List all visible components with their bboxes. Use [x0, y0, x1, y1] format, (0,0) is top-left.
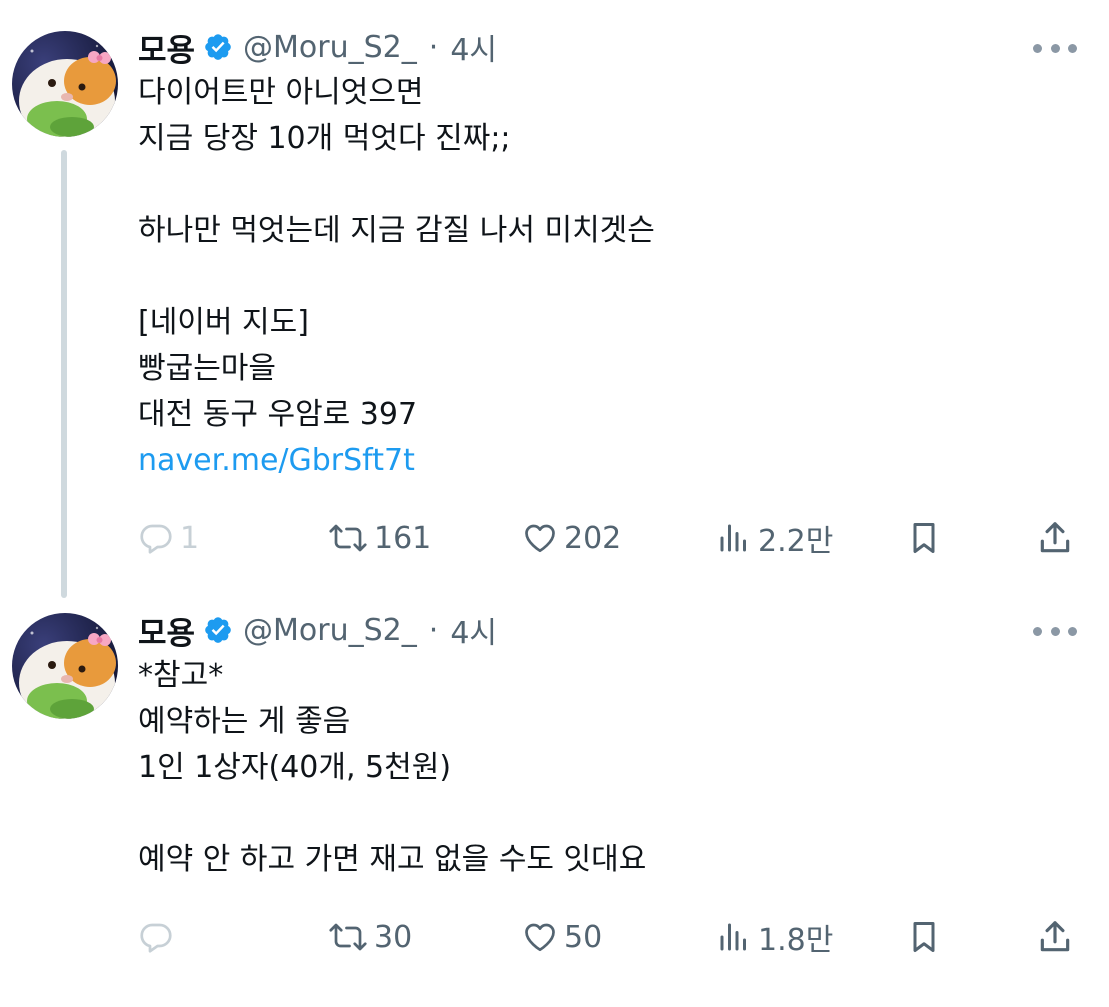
- reply-count: 1: [180, 520, 200, 556]
- guinea-pig-avatar-image: [19, 626, 116, 719]
- tweet-text-line: 예약하는 게 좋음: [138, 704, 351, 739]
- display-name[interactable]: 모용: [138, 608, 195, 653]
- like-count: 202: [564, 520, 622, 556]
- retweet-button[interactable]: 30: [328, 912, 412, 962]
- verified-badge-icon: [203, 32, 233, 62]
- view-count: 2.2만: [758, 524, 834, 559]
- heart-icon: [525, 923, 555, 952]
- tweet-text: 다이어트만 아니엇으면 지금 당장 10개 먹엇다 진짜;; 하나만 먹엇는데 …: [138, 70, 1068, 484]
- timestamp[interactable]: 4시: [450, 25, 497, 69]
- bookmark-button[interactable]: [906, 912, 942, 962]
- reply-button[interactable]: 1: [138, 513, 199, 563]
- tweet-header: 모용 @Moru_S2_ · 4시: [138, 608, 497, 653]
- views-chart-icon: [720, 524, 746, 552]
- like-button[interactable]: 50: [522, 912, 602, 962]
- avatar[interactable]: [12, 31, 118, 137]
- tweet-text-line: 1인 1상자(40개, 5천원): [138, 750, 452, 785]
- tweet-text-line: [138, 791, 1068, 837]
- tweet-text-line: [네이버 지도]: [138, 305, 309, 340]
- share-button[interactable]: [1036, 513, 1074, 563]
- reply-button[interactable]: [138, 912, 174, 962]
- bookmark-icon: [913, 523, 935, 553]
- thread-connector-line: [61, 150, 67, 598]
- views-button[interactable]: 1.8만: [716, 912, 833, 962]
- views-chart-icon: [720, 923, 746, 951]
- avatar[interactable]: [12, 613, 118, 719]
- share-icon: [1040, 522, 1070, 553]
- tweet-text: *참고* 예약하는 게 좋음 1인 1상자(40개, 5천원) 예약 안 하고 …: [138, 653, 1068, 883]
- separator-dot: ·: [428, 29, 439, 65]
- reply-icon: [140, 923, 172, 953]
- tweet-actions: 30 50 1.8만: [138, 912, 1078, 962]
- user-handle[interactable]: @Moru_S2_: [243, 30, 417, 65]
- verified-badge-icon: [203, 615, 233, 645]
- more-options-icon[interactable]: [1033, 38, 1077, 58]
- tweet-text-line: 하나만 먹엇는데 지금 감질 나서 미치겟슨: [138, 213, 655, 248]
- tweet-header: 모용 @Moru_S2_ · 4시: [138, 25, 497, 70]
- retweet-icon: [329, 923, 367, 951]
- views-button[interactable]: 2.2만: [716, 513, 833, 563]
- display-name[interactable]: 모용: [138, 25, 195, 70]
- separator-dot: ·: [428, 612, 439, 648]
- more-options-icon[interactable]: [1033, 621, 1077, 641]
- tweet-text-line: 지금 당장 10개 먹엇다 진짜;;: [138, 121, 511, 156]
- tweet-text-line: 예약 안 하고 가면 재고 없을 수도 잇대요: [138, 842, 647, 877]
- retweet-count: 30: [374, 919, 413, 955]
- bookmark-button[interactable]: [906, 513, 942, 563]
- retweet-count: 161: [374, 520, 432, 556]
- tweet-text-line: 다이어트만 아니엇으면: [138, 75, 424, 110]
- reply-icon: [140, 524, 172, 554]
- tweet-text-line: 대전 동구 우암로 397: [138, 397, 418, 432]
- tweet-1[interactable]: 모용 @Moru_S2_ · 4시 다이어트만 아니엇으면 지금 당장 10개 …: [0, 0, 1109, 598]
- tweet-text-line: 빵굽는마을: [138, 351, 276, 386]
- guinea-pig-avatar-image: [19, 44, 116, 137]
- heart-icon: [525, 524, 555, 553]
- tweet-actions: 1 161 202 2.2만: [138, 513, 1078, 563]
- retweet-icon: [329, 524, 367, 552]
- timestamp[interactable]: 4시: [450, 608, 497, 652]
- view-count: 1.8만: [758, 923, 834, 958]
- map-link[interactable]: naver.me/GbrSft7t: [138, 438, 1068, 484]
- user-handle[interactable]: @Moru_S2_: [243, 613, 417, 648]
- like-button[interactable]: 202: [522, 513, 621, 563]
- tweet-text-line: [138, 162, 1068, 208]
- tweet-text-line: *참고*: [138, 658, 224, 693]
- tweet-text-line: [138, 254, 1068, 300]
- tweet-2[interactable]: 모용 @Moru_S2_ · 4시 *참고* 예약하는 게 좋음 1인 1상자(…: [0, 596, 1109, 1007]
- share-icon: [1040, 921, 1070, 952]
- share-button[interactable]: [1036, 912, 1074, 962]
- bookmark-icon: [913, 922, 935, 952]
- retweet-button[interactable]: 161: [328, 513, 431, 563]
- like-count: 50: [564, 919, 603, 955]
